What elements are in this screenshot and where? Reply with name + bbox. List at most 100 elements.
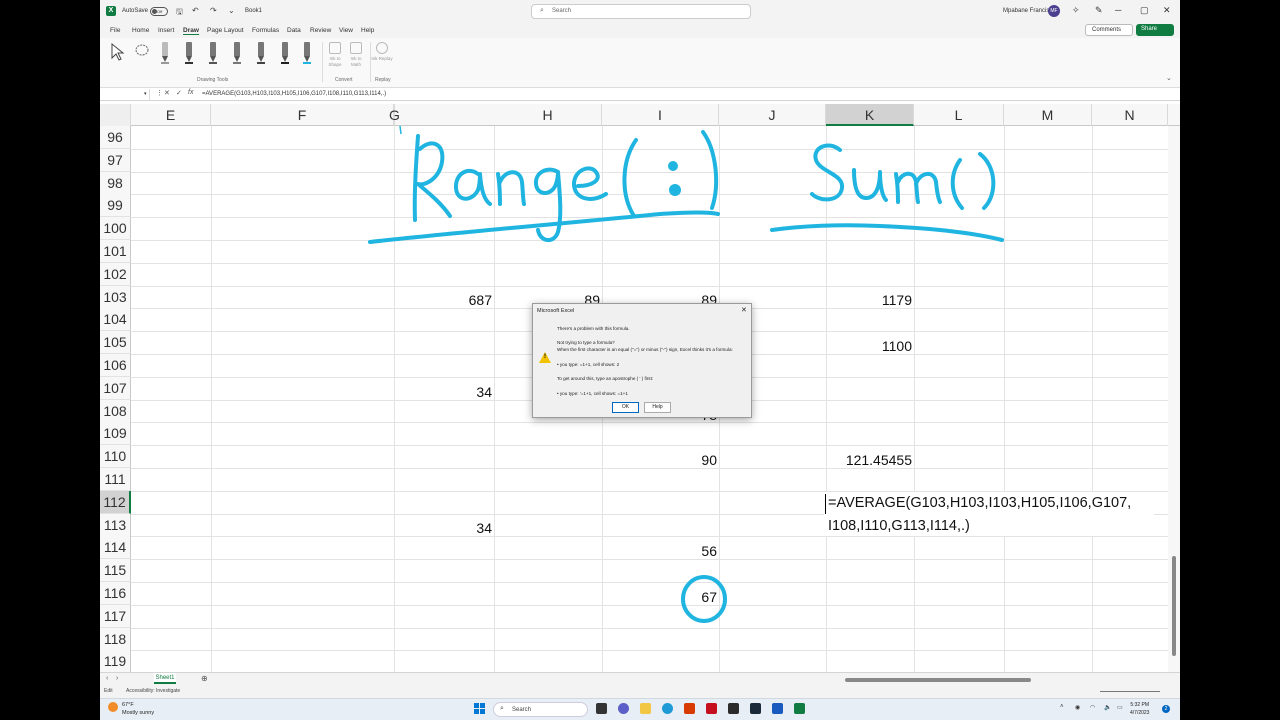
tab-formulas[interactable]: Formulas	[252, 27, 279, 34]
pen-black-icon[interactable]	[182, 42, 196, 66]
insert-function-icon[interactable]: fx	[188, 89, 193, 96]
search-placeholder: Search	[552, 8, 572, 14]
excel-taskbar-icon[interactable]	[794, 703, 805, 714]
avatar[interactable]: MF	[1048, 5, 1060, 17]
tab-draw[interactable]: Draw	[183, 27, 199, 35]
dialog-message-1: There's a problem with this formula.	[557, 326, 630, 331]
eraser-icon[interactable]	[158, 42, 172, 66]
ink-letter-s	[810, 143, 844, 202]
tab-view[interactable]: View	[339, 27, 353, 34]
lasso-select-icon[interactable]	[134, 42, 149, 66]
pen-icon[interactable]: ✎	[1095, 5, 1103, 16]
ink-to-math-button[interactable]: Ink to Math	[345, 42, 367, 68]
share-button[interactable]: Share	[1136, 24, 1174, 36]
ink-letter-g	[534, 167, 563, 242]
customize-quick-access-icon[interactable]: ⌄	[228, 6, 235, 15]
tab-data[interactable]: Data	[287, 27, 301, 34]
task-view-icon[interactable]	[596, 703, 607, 714]
battery-icon[interactable]: ▭	[1117, 704, 1123, 711]
weather-icon[interactable]	[108, 702, 118, 712]
windows-start-icon[interactable]	[474, 703, 486, 715]
ink-colon-dot	[669, 184, 681, 196]
clock-time: 5:32 PM	[1130, 702, 1150, 708]
ink-close-paren	[701, 130, 719, 210]
zoom-slider[interactable]	[1100, 691, 1160, 692]
tab-file[interactable]: File	[110, 27, 120, 34]
ink-replay-icon	[376, 42, 388, 54]
ink-open-paren	[622, 138, 638, 218]
next-sheet-icon[interactable]: ›	[116, 675, 118, 682]
system-clock[interactable]: 5:32 PM 4/7/2023	[1130, 701, 1149, 717]
ink-tick	[399, 125, 402, 135]
save-icon[interactable]: 🖫	[176, 6, 183, 20]
word-icon[interactable]	[772, 703, 783, 714]
cancel-icon[interactable]: ✕	[164, 89, 170, 97]
copilot-icon[interactable]: ✧	[1072, 5, 1080, 16]
ok-button[interactable]: OK	[612, 402, 639, 413]
notification-badge[interactable]: 2	[1162, 705, 1170, 713]
tab-page-layout[interactable]: Page Layout	[207, 27, 244, 34]
pen-cyan-icon[interactable]	[300, 42, 314, 66]
steam-icon[interactable]	[750, 703, 761, 714]
formula-input[interactable]: =AVERAGE(G103,H103,I103,H105,I106,G107,I…	[202, 91, 386, 97]
minimize-icon[interactable]: ─	[1115, 5, 1121, 15]
accessibility-status[interactable]: Accessibility: Investigate	[126, 688, 180, 694]
redo-icon[interactable]: ↷	[210, 6, 217, 15]
collapse-ribbon-icon[interactable]: ⌄	[1166, 74, 1172, 82]
dialog-close-icon[interactable]: ✕	[741, 306, 747, 314]
windows-taskbar: 67°F Mostly sunny ⌕ Search ˄ ◉ ◠ 🔈 ▭ 5:3…	[100, 698, 1180, 720]
maximize-icon[interactable]: ▢	[1140, 5, 1149, 16]
horizontal-scroll-thumb[interactable]	[845, 678, 1031, 682]
dialog-message-6: • you type: '=1+1, cell shows: =1+1	[557, 391, 628, 396]
sheet-tab-sheet1[interactable]: Sheet1	[154, 673, 176, 684]
ink-to-shape-button[interactable]: Ink to Shape	[324, 42, 346, 68]
status-bar: Edit Accessibility: Investigate	[100, 686, 1180, 698]
highlighter-icon[interactable]	[254, 42, 268, 66]
tab-help[interactable]: Help	[361, 27, 374, 34]
name-box[interactable]: ▾	[100, 89, 150, 100]
vertical-scroll-thumb[interactable]	[1172, 556, 1176, 656]
add-sheet-icon[interactable]: ⊕	[201, 674, 208, 683]
tray-app-icon[interactable]: ◉	[1075, 704, 1080, 711]
clock-date: 4/7/2023	[1130, 710, 1150, 716]
pen-thick-icon[interactable]	[278, 42, 292, 66]
weather-widget[interactable]: 67°F Mostly sunny	[122, 701, 154, 717]
wifi-icon[interactable]: ◠	[1090, 704, 1095, 711]
pencil-icon[interactable]	[230, 42, 244, 66]
select-tool-icon[interactable]	[110, 42, 125, 66]
comments-button[interactable]: Comments	[1085, 24, 1133, 36]
dialog-message-3: When the first character is an equal ("=…	[557, 347, 733, 352]
office-icon[interactable]	[684, 703, 695, 714]
tab-insert[interactable]: Insert	[158, 27, 174, 34]
close-icon[interactable]: ✕	[1163, 5, 1171, 16]
vertical-scrollbar[interactable]	[1168, 126, 1180, 672]
undo-icon[interactable]: ↶	[192, 6, 199, 15]
taskbar-search[interactable]: ⌕ Search	[493, 702, 588, 717]
pen-gray-icon[interactable]	[206, 42, 220, 66]
ink-replay-label: Ink Replay	[371, 56, 393, 61]
ink-replay-button[interactable]: Ink Replay	[371, 42, 393, 62]
edge-icon[interactable]	[662, 703, 673, 714]
ink-to-shape-label: Ink to Shape	[328, 56, 342, 67]
autosave-toggle[interactable]: Off	[150, 7, 168, 16]
group-label-drawing-tools: Drawing Tools	[197, 77, 229, 83]
teams-chat-icon[interactable]	[618, 703, 629, 714]
ink-letter-r	[412, 134, 452, 222]
chevron-down-icon: ▾	[144, 91, 147, 97]
acrobat-icon[interactable]	[706, 703, 717, 714]
tray-overflow-icon[interactable]: ˄	[1060, 704, 1064, 710]
search-icon: ⌕	[500, 705, 504, 712]
group-label-replay: Replay	[375, 77, 391, 83]
help-button[interactable]: Help	[644, 402, 671, 413]
store-icon[interactable]	[728, 703, 739, 714]
tab-review[interactable]: Review	[310, 27, 331, 34]
prev-sheet-icon[interactable]: ‹	[106, 675, 108, 682]
volume-icon[interactable]: 🔈	[1104, 704, 1111, 711]
search-box[interactable]: ⌕ Search	[531, 4, 751, 19]
ribbon-divider	[322, 42, 323, 82]
enter-icon[interactable]: ✓	[176, 89, 182, 97]
formula-bar: ▾ ⋮ ✕ ✓ fx =AVERAGE(G103,H103,I103,H105,…	[100, 88, 1180, 101]
excel-window: X AutoSave Off 🖫 ↶ ↷ ⌄ Book1 ⌕ Search Mp…	[100, 0, 1180, 720]
file-explorer-icon[interactable]	[640, 703, 651, 714]
tab-home[interactable]: Home	[132, 27, 149, 34]
